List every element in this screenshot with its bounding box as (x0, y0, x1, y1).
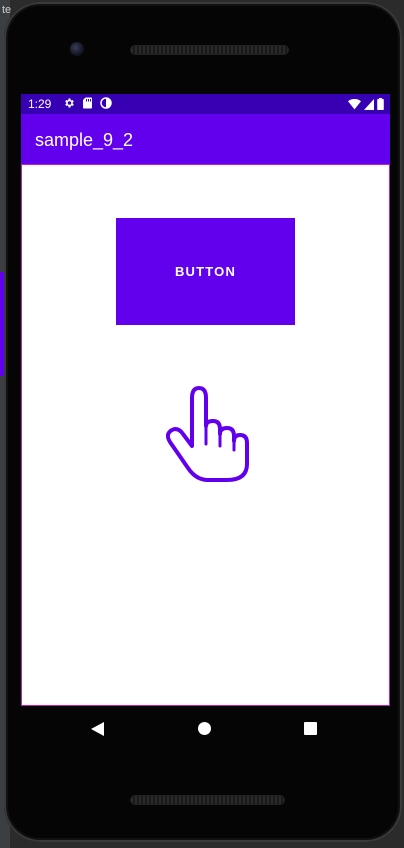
front-camera (70, 42, 84, 56)
gear-icon (65, 98, 74, 108)
navigation-bar (21, 706, 390, 750)
sd-card-icon (83, 97, 92, 109)
battery-icon (377, 98, 384, 110)
main-button[interactable]: BUTTON (116, 218, 295, 325)
ide-tab-text: te (2, 4, 12, 16)
status-icons-right (348, 98, 384, 110)
app-bar: sample_9_2 (21, 114, 390, 164)
hand-pointer-icon (165, 386, 249, 482)
back-icon[interactable] (91, 722, 104, 736)
app-title: sample_9_2 (35, 130, 134, 150)
data-saver-icon (100, 97, 112, 109)
device-screen: 1:29 sample_9_2 BUTTON (21, 94, 390, 706)
status-icons-left (63, 97, 112, 109)
status-time: 1:29 (28, 97, 52, 111)
top-speaker (131, 46, 288, 54)
recents-icon[interactable] (304, 722, 317, 735)
content-area: BUTTON (21, 164, 390, 706)
wifi-icon (348, 98, 361, 109)
home-icon[interactable] (198, 722, 211, 735)
status-bar: 1:29 (21, 94, 390, 114)
signal-icon (364, 98, 374, 110)
bottom-speaker (131, 796, 284, 804)
